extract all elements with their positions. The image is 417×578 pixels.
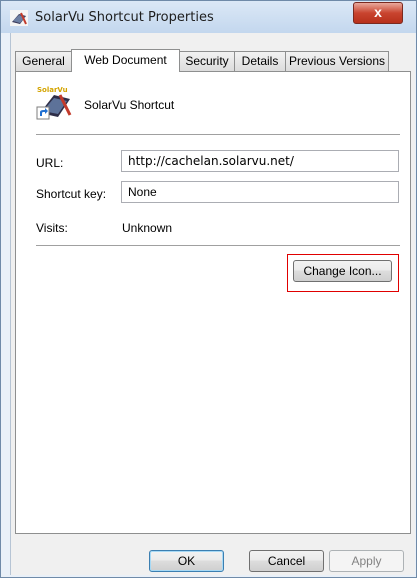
url-field[interactable]: http://cachelan.solarvu.net/ bbox=[121, 150, 399, 172]
tab-web-document[interactable]: Web Document bbox=[71, 49, 180, 72]
cancel-button[interactable]: Cancel bbox=[249, 550, 324, 572]
shortcut-key-field[interactable]: None bbox=[121, 181, 399, 203]
apply-button[interactable]: Apply bbox=[329, 550, 404, 572]
properties-window: SolarVu Shortcut Properties x General We… bbox=[0, 0, 417, 578]
visits-label: Visits: bbox=[36, 221, 68, 235]
url-label: URL: bbox=[36, 156, 64, 170]
shortcut-name: SolarVu Shortcut bbox=[84, 98, 175, 112]
visits-value: Unknown bbox=[122, 221, 173, 235]
close-button[interactable]: x bbox=[353, 2, 403, 24]
tab-security[interactable]: Security bbox=[179, 51, 235, 71]
solarvu-app-icon bbox=[10, 10, 28, 26]
tab-details[interactable]: Details bbox=[234, 51, 286, 71]
tab-previous-versions[interactable]: Previous Versions bbox=[285, 51, 389, 71]
separator-top bbox=[36, 134, 400, 135]
icon-brand-text: SolarVu bbox=[37, 86, 68, 94]
solarvu-shortcut-icon: SolarVu bbox=[36, 86, 72, 120]
ok-button[interactable]: OK bbox=[149, 550, 224, 572]
separator-bottom bbox=[36, 245, 400, 246]
change-icon-button[interactable]: Change Icon... bbox=[293, 260, 392, 282]
shortcut-key-label: Shortcut key: bbox=[36, 187, 107, 201]
title-bar[interactable]: SolarVu Shortcut Properties x bbox=[1, 1, 416, 33]
web-document-panel bbox=[15, 71, 411, 534]
tab-general[interactable]: General bbox=[15, 51, 72, 71]
window-title: SolarVu Shortcut Properties bbox=[35, 10, 214, 25]
